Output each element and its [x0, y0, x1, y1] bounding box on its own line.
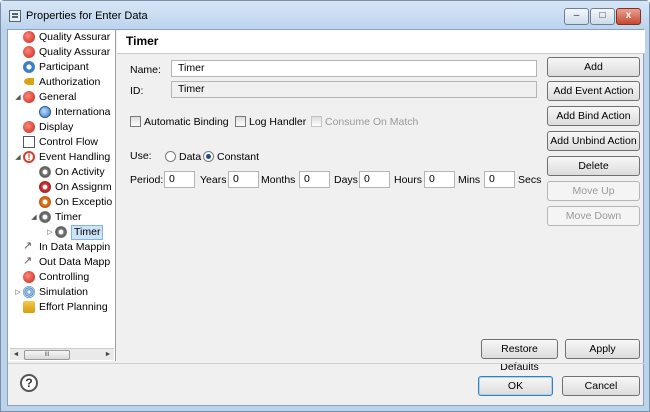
exclamation-icon — [23, 150, 35, 165]
tree-item-label: On Assignm — [55, 181, 112, 193]
property-tree: Quality Assurar Quality Assurar Particip… — [8, 30, 116, 361]
tree-item-label: Out Data Mapp — [39, 256, 111, 268]
tree-item-label: On Activity — [55, 166, 105, 178]
use-data-radio[interactable]: Data — [165, 150, 201, 164]
help-icon[interactable]: ? — [20, 374, 38, 392]
tree-item-label: On Exceptio — [55, 196, 113, 208]
days-label: Days — [334, 174, 358, 186]
add-bind-action-button[interactable]: Add Bind Action — [547, 106, 640, 126]
display-gear-icon — [23, 121, 35, 133]
close-button[interactable]: x — [616, 8, 641, 25]
add-unbind-action-button[interactable]: Add Unbind Action — [547, 131, 640, 151]
period-secs-field[interactable]: 0 — [484, 171, 515, 188]
timer-icon — [55, 226, 67, 238]
page-heading: Timer — [117, 30, 645, 54]
in-mapping-arrow-icon — [23, 239, 35, 254]
page-title: Timer — [126, 34, 159, 48]
tree-item-label: Event Handling — [39, 151, 111, 163]
use-constant-radio[interactable]: Constant — [203, 150, 259, 164]
period-months-field[interactable]: 0 — [228, 171, 259, 188]
tree-item-label: Controlling — [39, 271, 90, 283]
period-years-field[interactable]: 0 — [164, 171, 195, 188]
tree-item-label: In Data Mappin — [39, 241, 111, 253]
maximize-button[interactable]: □ — [590, 8, 615, 25]
quality-gear-icon — [23, 46, 35, 58]
tree-item-label: Timer — [71, 225, 104, 240]
period-label: Period: — [130, 174, 164, 186]
checkbox-box — [130, 116, 141, 127]
log-handler-checkbox[interactable]: Log Handler — [235, 115, 306, 129]
apply-button[interactable]: Apply — [565, 339, 640, 359]
scroll-right-icon[interactable]: ► — [103, 350, 113, 360]
collapsed-twisty-icon[interactable]: ▷ — [14, 285, 22, 300]
tree-item-label: Simulation — [39, 286, 89, 298]
tree-item-label: Timer — [55, 211, 82, 223]
id-label: ID: — [130, 85, 144, 97]
participant-icon — [23, 61, 35, 73]
add-event-action-button[interactable]: Add Event Action — [547, 81, 640, 101]
tree-item-label: Quality Assurar — [39, 31, 111, 43]
period-hours-field[interactable]: 0 — [359, 171, 390, 188]
restore-defaults-button[interactable]: Restore Defaults — [481, 339, 558, 373]
dialog-client: Quality Assurar Quality Assurar Particip… — [7, 29, 645, 406]
radio-dot — [165, 151, 176, 162]
secs-label: Secs — [518, 174, 542, 186]
checkbox-box — [311, 116, 322, 127]
quality-gear-icon — [23, 31, 35, 43]
scroll-thumb[interactable]: III — [24, 350, 70, 360]
minimize-button[interactable]: – — [564, 8, 589, 25]
properties-window-icon — [9, 10, 21, 22]
name-field[interactable]: Timer — [171, 60, 537, 77]
scroll-left-icon[interactable]: ◄ — [11, 350, 21, 360]
hours-label: Hours — [394, 174, 423, 186]
name-label: Name: — [130, 64, 161, 76]
title-bar[interactable]: Properties for Enter Data – □ x — [1, 1, 649, 29]
out-mapping-arrow-icon — [23, 254, 35, 269]
consume-on-match-checkbox[interactable]: Consume On Match — [311, 115, 418, 129]
effort-planning-icon — [23, 301, 35, 313]
tree-horizontal-scrollbar[interactable]: ◄ III ► — [10, 348, 114, 360]
years-label: Years — [200, 174, 227, 186]
cancel-button[interactable]: Cancel — [562, 376, 640, 396]
move-up-button[interactable]: Move Up — [547, 181, 640, 201]
tree-item-label: General — [39, 91, 77, 103]
tree-item-label: Authorization — [39, 76, 101, 88]
expand-twisty-icon[interactable]: ◢ — [14, 150, 22, 165]
period-mins-field[interactable]: 0 — [424, 171, 455, 188]
tree-item-label: Control Flow — [39, 136, 98, 148]
id-field: Timer — [171, 81, 537, 98]
mins-label: Mins — [458, 174, 481, 186]
tree-item-label: Display — [39, 121, 74, 133]
move-down-button[interactable]: Move Down — [547, 206, 640, 226]
collapsed-twisty-icon[interactable]: ▷ — [46, 225, 54, 240]
control-flow-icon — [23, 136, 35, 148]
tree-item-label: Quality Assurar — [39, 46, 111, 58]
tree-item-label: Effort Planning — [39, 301, 108, 313]
expand-twisty-icon[interactable]: ◢ — [30, 210, 38, 225]
period-days-field[interactable]: 0 — [299, 171, 330, 188]
automatic-binding-checkbox[interactable]: Automatic Binding — [130, 115, 229, 129]
checkbox-box — [235, 116, 246, 127]
expand-twisty-icon[interactable]: ◢ — [14, 90, 22, 105]
window-title: Properties for Enter Data — [26, 10, 148, 22]
use-label: Use: — [130, 150, 152, 162]
activity-event-icon — [39, 166, 51, 178]
ok-button[interactable]: OK — [478, 376, 553, 396]
months-label: Months — [261, 174, 296, 186]
general-gear-icon — [23, 91, 35, 103]
footer-divider — [8, 363, 645, 364]
tree-item-label: Internationa — [55, 106, 111, 118]
key-icon — [23, 76, 35, 88]
controlling-gear-icon — [23, 271, 35, 283]
timer-icon — [39, 211, 51, 223]
properties-window: Properties for Enter Data – □ x Quality … — [0, 0, 650, 412]
globe-icon — [39, 106, 51, 118]
radio-dot — [203, 151, 214, 162]
assignment-event-icon — [39, 181, 51, 193]
exception-event-icon — [39, 196, 51, 208]
delete-button[interactable]: Delete — [547, 156, 640, 176]
tree-item-label: Participant — [39, 61, 89, 73]
simulation-spiral-icon — [23, 286, 35, 298]
add-button[interactable]: Add — [547, 57, 640, 77]
